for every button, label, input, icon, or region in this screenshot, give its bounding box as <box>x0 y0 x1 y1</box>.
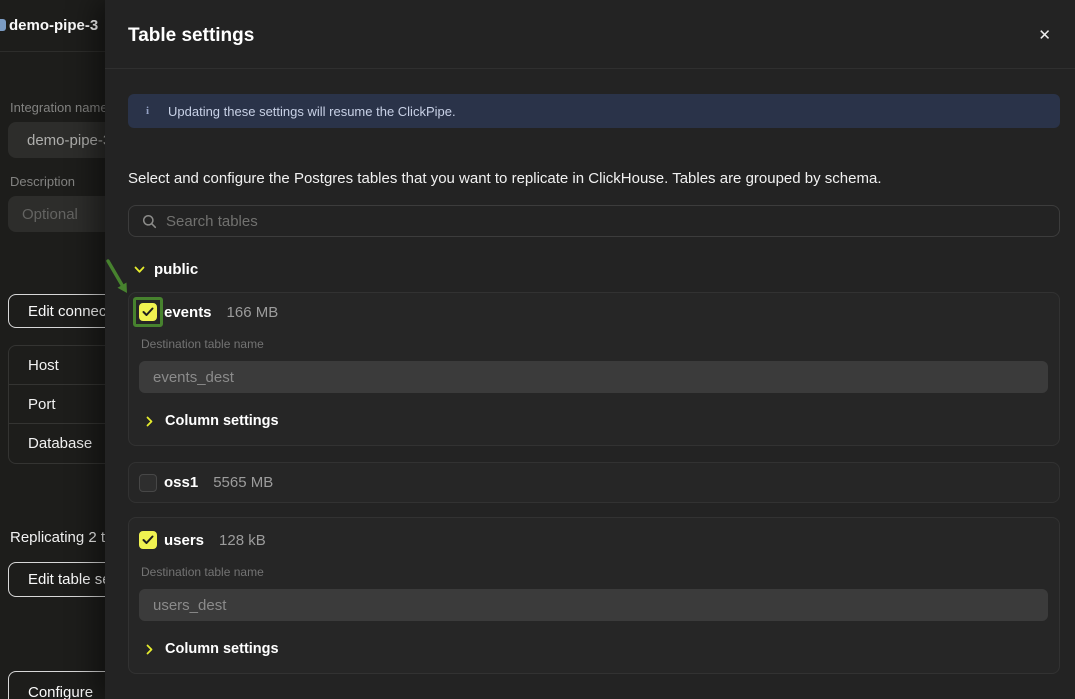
table-card-users: users 128 kB Destination table name Colu… <box>128 517 1060 674</box>
table-size: 166 MB <box>227 304 279 321</box>
chevron-right-icon <box>146 416 153 427</box>
table-size: 5565 MB <box>213 474 273 491</box>
modal-header: Table settings ✕ <box>105 0 1075 69</box>
schema-name: public <box>154 261 198 278</box>
column-settings-label: Column settings <box>165 641 279 657</box>
table-settings-modal: Table settings ✕ i Updating these settin… <box>105 0 1075 699</box>
info-banner-text: Updating these settings will resume the … <box>168 104 456 119</box>
database-label: Database <box>28 435 92 452</box>
events-checkbox[interactable] <box>139 303 157 321</box>
info-icon: i <box>146 105 150 117</box>
table-row: oss1 5565 MB <box>139 474 273 492</box>
schema-group-public[interactable]: public <box>128 261 1060 278</box>
column-settings-label: Column settings <box>165 413 279 429</box>
topbar: demo-pipe-3 <box>0 0 105 52</box>
modal-body: i Updating these settings will resume th… <box>105 69 1075 674</box>
table-card-oss1: oss1 5565 MB <box>128 462 1060 503</box>
destination-table-label: Destination table name <box>141 566 1049 578</box>
replicating-status: Replicating 2 t <box>10 529 105 546</box>
destination-table-label: Destination table name <box>141 338 1049 350</box>
host-label: Host <box>28 357 59 374</box>
column-settings-toggle-users[interactable]: Column settings <box>139 641 1049 657</box>
pipe-icon <box>0 19 6 31</box>
description-label: Description <box>10 174 75 189</box>
column-settings-toggle-events[interactable]: Column settings <box>139 413 1049 429</box>
table-row: users 128 kB <box>139 531 1049 549</box>
table-size: 128 kB <box>219 532 266 549</box>
info-banner: i Updating these settings will resume th… <box>128 94 1060 128</box>
destination-table-input-events[interactable] <box>139 361 1048 393</box>
close-icon[interactable]: ✕ <box>1038 28 1051 44</box>
modal-title: Table settings <box>128 24 1051 48</box>
chevron-right-icon <box>146 644 153 655</box>
oss1-checkbox[interactable] <box>139 474 157 492</box>
search-input[interactable] <box>166 213 1059 230</box>
search-box <box>128 205 1060 237</box>
users-checkbox[interactable] <box>139 531 157 549</box>
check-icon <box>142 307 154 317</box>
table-row: events 166 MB <box>139 303 1049 321</box>
integration-name-label: Integration name <box>10 100 108 115</box>
chevron-down-icon <box>134 266 145 274</box>
destination-table-input-users[interactable] <box>139 589 1048 621</box>
check-icon <box>142 535 154 545</box>
table-card-events: events 166 MB Destination table name Col… <box>128 292 1060 446</box>
table-name: events <box>164 304 212 321</box>
pipe-title: demo-pipe-3 <box>9 17 98 34</box>
table-name: oss1 <box>164 474 198 491</box>
modal-description: Select and configure the Postgres tables… <box>128 168 1060 189</box>
table-name: users <box>164 532 204 549</box>
port-label: Port <box>28 396 56 413</box>
search-icon <box>142 214 157 229</box>
